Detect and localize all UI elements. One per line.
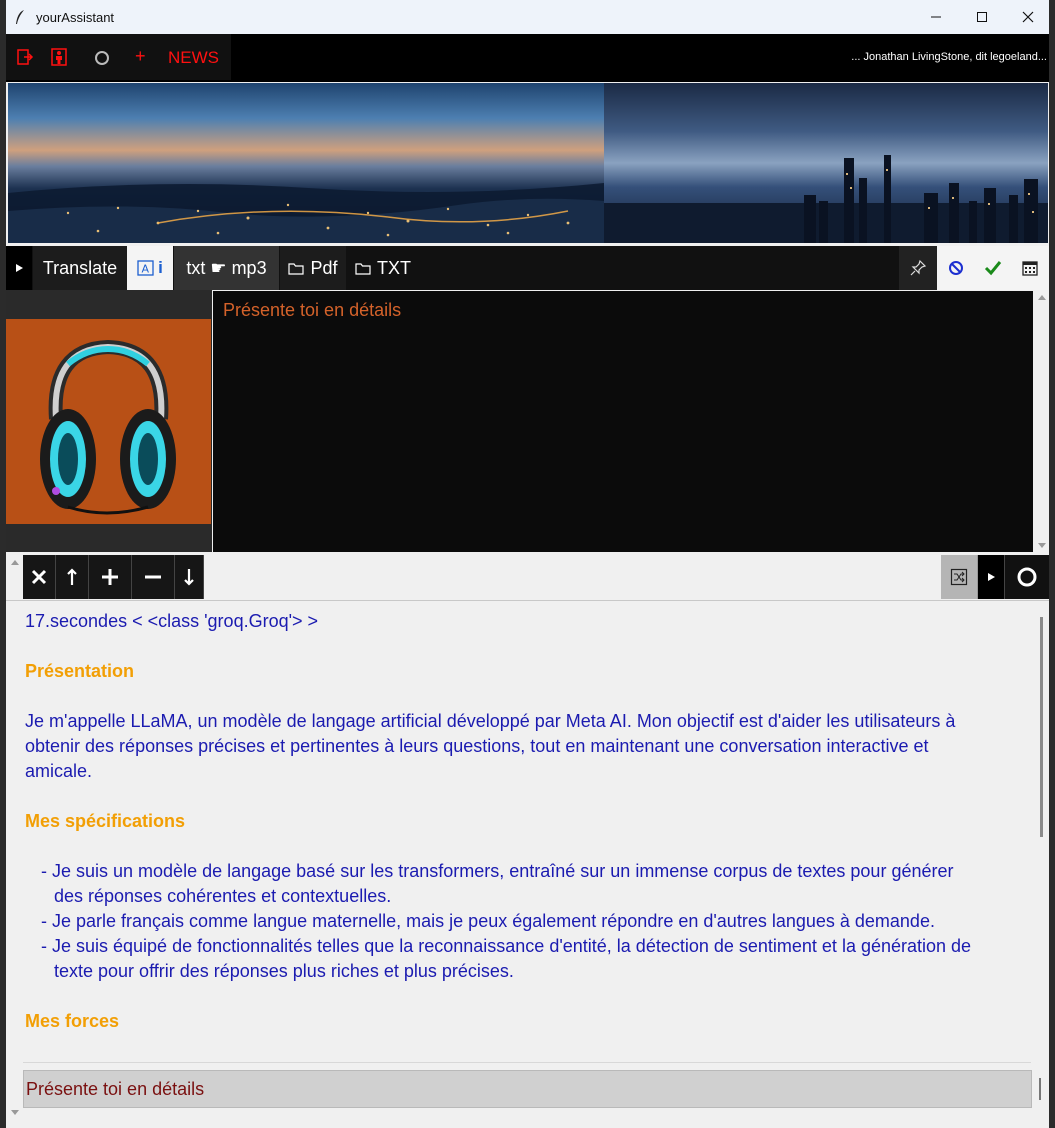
heading-presentation: Présentation (25, 661, 135, 681)
maximize-icon (977, 12, 987, 22)
record-button[interactable] (1005, 555, 1049, 599)
play-icon (16, 264, 23, 272)
x-icon (31, 569, 47, 585)
avatar-panel (6, 290, 212, 552)
paragraph-line: obtenir des réponses précises et pertine… (25, 736, 929, 756)
input-scrollbar-thumb[interactable] (1039, 1078, 1041, 1100)
scroll-top-button[interactable] (56, 555, 89, 599)
message-input-text: Présente toi en détails (26, 1079, 205, 1099)
arrow-up-icon (67, 568, 77, 585)
folder-icon (288, 263, 305, 275)
exit-button[interactable] (10, 34, 40, 80)
news-button[interactable]: NEWS (168, 48, 219, 68)
tab-pdf-label: Pdf (310, 257, 338, 278)
maximize-button[interactable] (959, 0, 1005, 34)
scroll-down-icon[interactable] (10, 1108, 20, 1118)
response-meta: 17.secondes < <class 'groq.Groq'> > (25, 611, 319, 631)
play-button[interactable] (978, 555, 1005, 599)
prompt-scrollbar[interactable] (1035, 291, 1049, 552)
play-icon (988, 573, 995, 581)
tab-pdf[interactable]: Pdf (280, 246, 346, 290)
title-bar: yourAssistant (6, 0, 1049, 35)
scroll-bottom-button[interactable] (175, 555, 204, 599)
calendar-button[interactable] (1011, 246, 1049, 290)
tab-txt-mp3-label: txt ☛ mp3 (186, 257, 267, 278)
scroll-up-icon[interactable] (10, 557, 20, 567)
shuffle-icon (950, 568, 968, 586)
divider (23, 1062, 1031, 1063)
response-text-area[interactable]: 17.secondes < <class 'groq.Groq'> > Prés… (23, 601, 1031, 1061)
close-icon (1022, 11, 1034, 23)
banner-right-skyline (604, 83, 1048, 243)
tab-translate-label: Translate (42, 257, 118, 278)
top-actions: + NEWS (6, 34, 231, 80)
paragraph-line: amicale. (25, 761, 93, 781)
record-icon (1017, 567, 1037, 587)
tab-txt-label: TXT (377, 257, 411, 278)
prompt-textarea[interactable]: Présente toi en détails (213, 291, 1033, 552)
circle-icon (95, 51, 109, 65)
clear-button[interactable] (23, 555, 56, 599)
calendar-icon (1022, 261, 1038, 276)
response-scrollbar[interactable] (1038, 601, 1049, 1061)
add-button[interactable]: + (135, 46, 146, 67)
forbidden-icon (949, 261, 963, 275)
bullet-line: - Je suis équipé de fonctionnalités tell… (41, 936, 972, 956)
city-banner-image (8, 83, 1048, 243)
validate-button[interactable] (975, 246, 1011, 290)
message-input[interactable]: Présente toi en détails (23, 1070, 1032, 1108)
info-label: i (158, 258, 163, 277)
bullet-line: texte pour offrir des réponses plus rich… (54, 961, 514, 981)
app-window: yourAssistant + NEWS ... Jonathan Living… (6, 0, 1049, 1128)
paragraph-line: Je m'appelle LLaMA, un modèle de langage… (25, 711, 956, 731)
news-ticker: ... Jonathan LivingStone, dit legoeland.… (845, 49, 1047, 66)
zoom-out-button[interactable] (132, 555, 175, 599)
close-window-button[interactable] (1005, 0, 1049, 34)
folder-icon (355, 263, 371, 275)
user-button[interactable] (44, 34, 74, 80)
banner-left-cityscape (8, 83, 604, 243)
feather-icon (16, 10, 24, 24)
response-scrollbar-thumb[interactable] (1040, 617, 1043, 837)
tab-bar: Translate A i txt ☛ mp3 Pdf TXT (6, 246, 1049, 290)
minus-icon (145, 575, 161, 579)
pin-icon (910, 259, 927, 276)
window-title: yourAssistant (36, 10, 115, 25)
stop-button[interactable] (937, 246, 975, 290)
heading-specifications: Mes spécifications (25, 811, 186, 831)
tab-translate[interactable]: Translate (33, 246, 127, 290)
status-button[interactable] (88, 34, 116, 80)
headphones-image (6, 319, 211, 524)
response-toolbar (6, 553, 1049, 601)
minimize-button[interactable] (913, 0, 959, 34)
person-icon (51, 48, 67, 66)
checkmark-icon (984, 261, 1002, 276)
tab-txt-mp3[interactable]: txt ☛ mp3 (174, 246, 279, 290)
top-bar: + NEWS ... Jonathan LivingStone, dit leg… (6, 34, 1049, 82)
bullet-line: - Je suis un modèle de langage basé sur … (41, 861, 954, 881)
arrow-down-icon (184, 569, 194, 586)
bullet-line: des réponses cohérentes et contextuelles… (54, 886, 392, 906)
font-icon: A (137, 260, 154, 276)
bullet-line: - Je parle français comme langue materne… (41, 911, 935, 931)
svg-text:A: A (142, 263, 150, 276)
heading-forces: Mes forces (25, 1011, 120, 1031)
tab-info[interactable]: A i (127, 246, 173, 290)
prompt-text: Présente toi en détails (223, 300, 402, 320)
exit-icon (17, 49, 34, 65)
minimize-icon (931, 16, 941, 18)
tab-txt[interactable]: TXT (347, 246, 419, 290)
zoom-in-button[interactable] (89, 555, 132, 599)
plus-icon (102, 569, 118, 585)
expand-button[interactable] (6, 246, 32, 290)
shuffle-button[interactable] (941, 555, 978, 599)
pin-button[interactable] (899, 246, 937, 290)
